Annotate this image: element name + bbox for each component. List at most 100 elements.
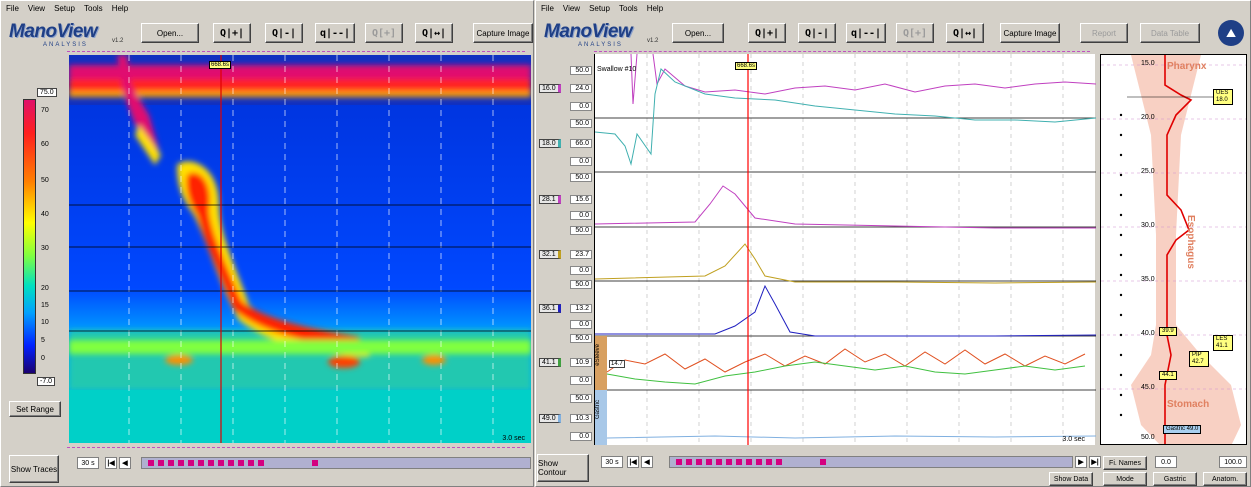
depth-tick: 45.0 [1141, 384, 1155, 391]
channel-position[interactable]: 28.1 [539, 195, 561, 204]
channel-position[interactable]: 16.0 [539, 84, 561, 93]
show-data-button[interactable]: Show Data [1049, 472, 1093, 486]
channel-value: 66.0 [570, 139, 592, 148]
zoom-fit-icon[interactable]: Q[+] [365, 23, 403, 43]
menu-setup[interactable]: Setup [589, 4, 610, 13]
scale-tick: 0 [41, 355, 45, 362]
menu-view[interactable]: View [563, 4, 580, 13]
contour-svg [69, 55, 531, 443]
menu-help[interactable]: Help [112, 4, 128, 13]
channel-top: 50.0 [570, 119, 592, 128]
open-button[interactable]: Open... [141, 23, 199, 43]
data-table-button[interactable]: Data Table [1140, 23, 1200, 43]
menu-file[interactable]: File [541, 4, 554, 13]
gastric-button[interactable]: Gastric [1153, 472, 1197, 486]
scale-tick: 5 [41, 337, 45, 344]
scale-panel: 75.0 70 60 50 40 30 20 15 10 5 0 -7.0 [9, 59, 65, 419]
channel-position[interactable]: 36.1 [539, 304, 561, 313]
depth-tick: 25.0 [1141, 168, 1155, 175]
zoom-out-icon[interactable]: Q|-| [265, 23, 303, 43]
channel-bottom: 0.0 [570, 157, 592, 166]
pharynx-label: Pharynx [1167, 61, 1207, 72]
ues-marker[interactable]: UES 18.0 [1213, 89, 1233, 105]
range-min-field[interactable]: 0.0 [1155, 456, 1177, 468]
show-traces-button[interactable]: Show Traces [9, 455, 59, 483]
channel-value: 15.6 [570, 195, 592, 204]
channel-position[interactable]: 18.0 [539, 139, 561, 148]
sleeve-label: eSleeve [595, 344, 601, 366]
capture-image-button[interactable]: Capture Image [473, 23, 533, 43]
marker-44-1[interactable]: 44.1 [1159, 371, 1177, 380]
channel-top: 50.0 [570, 280, 592, 289]
divider [67, 447, 525, 448]
sleeve-value: 14.7 [609, 360, 625, 368]
channel-top: 50.0 [570, 66, 592, 75]
traces-svg [594, 53, 1097, 445]
gastric-marker[interactable]: Gastric 49.0 [1163, 425, 1202, 434]
zoom-in-icon[interactable]: Q|+| [748, 23, 786, 43]
scale-tick: 70 [41, 107, 49, 114]
anatomy-panel[interactable]: Pharynx Esophagus Stomach 15.0 20.0 25.0… [1100, 54, 1247, 445]
zoom-range-icon[interactable]: q|--| [846, 23, 886, 43]
zoom-range-icon[interactable]: q|--| [315, 23, 355, 43]
bottom-bar: Show Traces 30 s |◀ ◀ [1, 451, 533, 486]
channel-top: 50.0 [570, 226, 592, 235]
color-scale [23, 99, 36, 374]
report-button[interactable]: Report [1080, 23, 1128, 43]
menu-bar: File View Setup Tools Help [1, 1, 533, 15]
channel-position[interactable]: 41.1 [539, 358, 561, 367]
anatomy-button[interactable]: Anatom. [1203, 472, 1247, 486]
menu-file[interactable]: File [6, 4, 19, 13]
first-page-icon[interactable]: |◀ [105, 457, 117, 469]
capture-image-button[interactable]: Capture Image [1000, 23, 1060, 43]
next-page-icon[interactable]: ▶ [1075, 456, 1087, 468]
zoom-reset-icon[interactable]: Q|↔| [415, 23, 453, 43]
depth-tick: 35.0 [1141, 276, 1155, 283]
scale-max[interactable]: 75.0 [37, 88, 57, 97]
scale-tick: 50 [41, 177, 49, 184]
zoom-fit-icon[interactable]: Q[+] [896, 23, 934, 43]
scale-min[interactable]: -7.0 [37, 377, 56, 386]
toolbar: ManoView ANALYSIS v1.2 Open... Q|+| Q|-|… [1, 17, 533, 49]
channel-position[interactable]: 32.1 [539, 250, 561, 259]
swallow-scrollbar[interactable] [669, 456, 1073, 468]
prev-page-icon[interactable]: ◀ [641, 456, 653, 468]
menu-view[interactable]: View [28, 4, 45, 13]
set-range-button[interactable]: Set Range [9, 401, 61, 417]
fi-names-button[interactable]: Fi. Names [1103, 456, 1147, 470]
app-version: v1.2 [112, 38, 124, 44]
pip-marker[interactable]: PIP 42.7 [1189, 351, 1209, 367]
menu-setup[interactable]: Setup [54, 4, 75, 13]
zoom-out-icon[interactable]: Q|-| [798, 23, 836, 43]
range-max-field[interactable]: 100.0 [1219, 456, 1247, 468]
mode-button[interactable]: Mode [1103, 472, 1147, 486]
menu-bar: File View Setup Tools Help [536, 1, 1250, 15]
zoom-reset-icon[interactable]: Q|↔| [946, 23, 984, 43]
channel-bottom: 0.0 [570, 266, 592, 275]
first-page-icon[interactable]: |◀ [627, 456, 639, 468]
duration-select[interactable]: 30 s [601, 456, 623, 468]
prev-page-icon[interactable]: ◀ [119, 457, 131, 469]
scale-tick: 10 [41, 319, 49, 326]
company-logo-icon: ⛰ [1218, 20, 1244, 46]
swallow-scrollbar[interactable] [141, 457, 531, 469]
open-button[interactable]: Open... [672, 23, 724, 43]
depth-tick: 40.0 [1141, 330, 1155, 337]
zoom-in-icon[interactable]: Q|+| [213, 23, 251, 43]
show-contour-button[interactable]: Show Contour [537, 454, 589, 482]
scale-tick: 40 [41, 211, 49, 218]
channel-top: 50.0 [570, 394, 592, 403]
menu-tools[interactable]: Tools [84, 4, 103, 13]
pressure-contour-plot[interactable]: 668.6s 3.0 sec [69, 55, 531, 443]
channel-position[interactable]: 49.0 [539, 414, 561, 423]
channel-bottom: 0.0 [570, 211, 592, 220]
marker-39-9[interactable]: 39.9 [1159, 327, 1177, 336]
menu-tools[interactable]: Tools [619, 4, 638, 13]
menu-help[interactable]: Help [647, 4, 663, 13]
pressure-traces-plot[interactable]: Swallow #10 668.6s eSleeve 14.7 Gastric … [594, 53, 1097, 445]
last-page-icon[interactable]: ▶| [1089, 456, 1101, 468]
channel-bottom: 0.0 [570, 376, 592, 385]
duration-select[interactable]: 30 s [77, 457, 99, 469]
les-marker[interactable]: LES 41.1 [1213, 335, 1233, 351]
channel-labels: 50.0 16.0 24.0 0.0 50.0 18.0 66.0 0.0 50… [537, 54, 595, 445]
